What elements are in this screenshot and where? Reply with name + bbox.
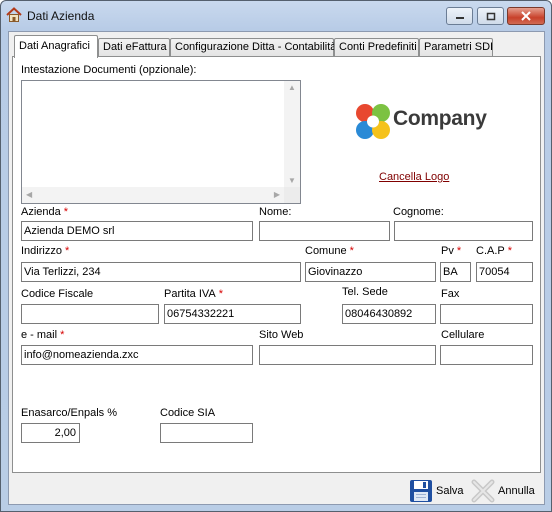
maximize-icon: [486, 12, 495, 20]
window: Dati Azienda Dati Anagrafici Dati eFattu…: [0, 0, 552, 512]
cognome-label: Cognome:: [393, 206, 444, 218]
codice-sia-input[interactable]: [160, 423, 253, 443]
dati-anagrafici-panel: Intestazione Documenti (opzionale): ▲ ▼ …: [12, 56, 541, 473]
sito-web-input[interactable]: [259, 345, 436, 365]
cellulare-input[interactable]: [440, 345, 533, 365]
tab-parametri-sdi[interactable]: Parametri SDI: [419, 38, 493, 57]
partita-iva-input[interactable]: 06754332221: [164, 304, 301, 324]
nome-label: Nome:: [259, 206, 292, 218]
tab-dati-anagrafici[interactable]: Dati Anagrafici: [14, 35, 98, 58]
azienda-label: Azienda *: [21, 206, 69, 218]
company-logo-text: Company: [393, 107, 487, 130]
home-icon: [6, 7, 22, 22]
maximize-button[interactable]: [477, 7, 504, 25]
horizontal-scrollbar[interactable]: ◀ ▶: [22, 187, 284, 203]
fax-input[interactable]: [440, 304, 533, 324]
intestazione-textarea[interactable]: ▲ ▼ ◀ ▶: [21, 80, 301, 204]
codice-fiscale-label: Codice Fiscale: [21, 288, 94, 300]
cognome-input[interactable]: [394, 221, 533, 241]
cancel-button[interactable]: Annulla: [471, 478, 535, 504]
codice-sia-label: Codice SIA: [160, 407, 216, 419]
sito-web-label: Sito Web: [259, 329, 304, 341]
save-label: Salva: [436, 485, 464, 497]
cancella-logo-link[interactable]: Cancella Logo: [379, 171, 449, 183]
save-button[interactable]: Salva: [409, 478, 464, 504]
email-label: e - mail *: [21, 329, 65, 341]
close-button[interactable]: [507, 7, 545, 25]
scroll-down-icon[interactable]: ▼: [288, 176, 296, 185]
nome-input[interactable]: [259, 221, 390, 241]
x-cancel-icon: [471, 479, 495, 503]
email-input[interactable]: info@nomeazienda.zxc: [21, 345, 253, 365]
minimize-button[interactable]: [446, 7, 473, 25]
comune-label: Comune *: [305, 245, 354, 257]
azienda-input[interactable]: Azienda DEMO srl: [21, 221, 253, 241]
pv-input[interactable]: BA: [440, 262, 471, 282]
client-area: Dati Anagrafici Dati eFattura Configuraz…: [8, 31, 545, 505]
title-bar[interactable]: Dati Azienda: [1, 1, 551, 31]
company-logo-icon: [356, 104, 390, 139]
tel-sede-input[interactable]: 08046430892: [342, 304, 436, 324]
cellulare-label: Cellulare: [441, 329, 485, 341]
floppy-disk-icon: [410, 480, 432, 502]
company-logo: Company: [353, 100, 487, 144]
pv-label: Pv *: [441, 245, 462, 257]
tel-sede-label: Tel. Sede: [342, 286, 388, 298]
enasarco-input[interactable]: 2,00: [21, 423, 80, 443]
scroll-right-icon[interactable]: ▶: [274, 190, 280, 199]
enasarco-label: Enasarco/Enpals %: [21, 407, 117, 419]
comune-input[interactable]: Giovinazzo: [305, 262, 436, 282]
tab-conti-predefiniti[interactable]: Conti Predefiniti: [334, 38, 419, 57]
scroll-left-icon[interactable]: ◀: [26, 190, 32, 199]
codice-fiscale-input[interactable]: [21, 304, 159, 324]
scroll-up-icon[interactable]: ▲: [288, 83, 296, 92]
indirizzo-label: Indirizzo *: [21, 245, 70, 257]
window-title: Dati Azienda: [27, 9, 95, 23]
partita-iva-label: Partita IVA *: [164, 288, 224, 300]
vertical-scrollbar[interactable]: ▲ ▼: [284, 81, 300, 187]
intestazione-label: Intestazione Documenti (opzionale):: [21, 64, 197, 76]
cancel-label: Annulla: [498, 485, 535, 497]
tab-configurazione-ditta[interactable]: Configurazione Ditta - Contabilità: [170, 38, 336, 57]
fax-label: Fax: [441, 288, 460, 300]
tab-dati-efattura[interactable]: Dati eFattura: [98, 38, 170, 57]
cap-input[interactable]: 70054: [476, 262, 533, 282]
minimize-icon: [455, 17, 464, 19]
cap-label: C.A.P *: [476, 245, 513, 257]
close-icon: [521, 11, 531, 21]
scroll-corner: [284, 187, 300, 203]
indirizzo-input[interactable]: Via Terlizzi, 234: [21, 262, 301, 282]
